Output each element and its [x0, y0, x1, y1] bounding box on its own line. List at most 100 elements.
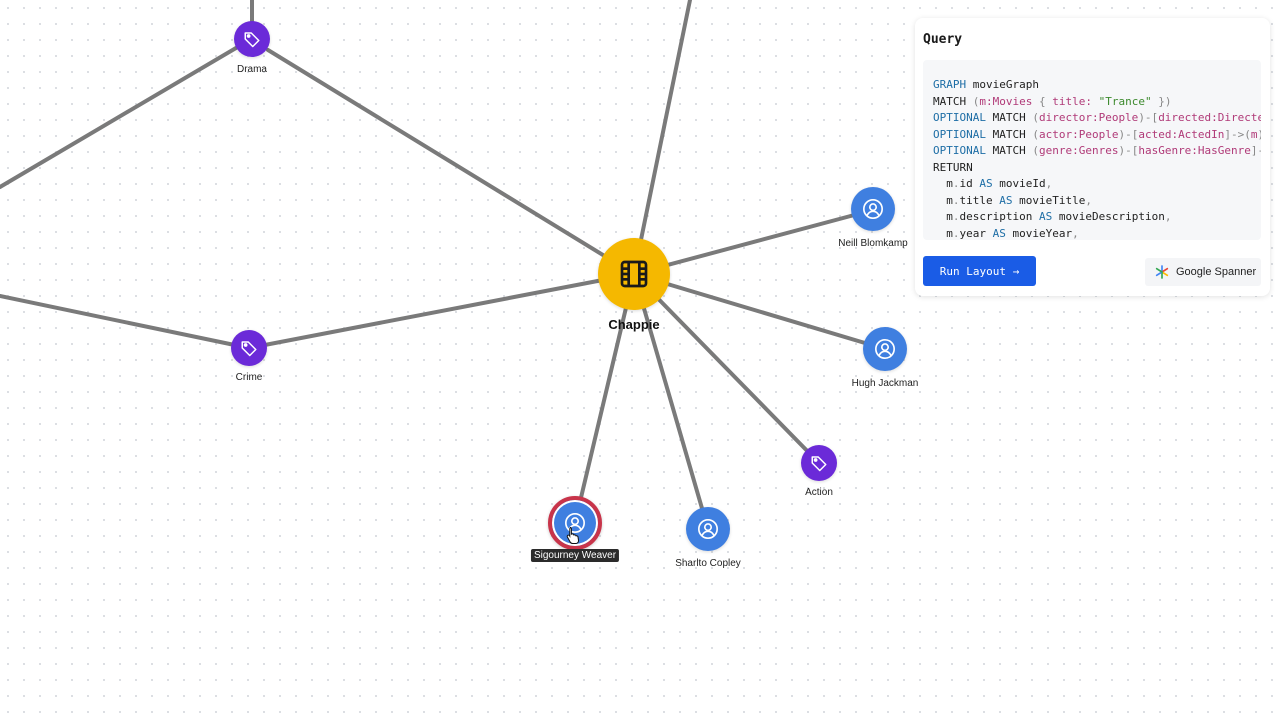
- code-token: m: [933, 210, 953, 223]
- code-line: m.id AS movieId,: [933, 176, 1261, 193]
- node-person-hugh-jackman[interactable]: [863, 327, 907, 371]
- code-token: )-[: [1118, 144, 1139, 157]
- code-token: .: [952, 210, 960, 223]
- code-token: (: [966, 94, 980, 108]
- code-token: ]-: [1250, 144, 1261, 157]
- node-genre-drama[interactable]: [234, 21, 270, 57]
- code-token: AS: [992, 226, 1006, 240]
- google-spanner-label: Google Spanner: [1176, 266, 1257, 278]
- code-token: MATCH: [985, 127, 1033, 141]
- code-token: .: [952, 193, 960, 207]
- code-token: OPTIONAL: [933, 127, 986, 141]
- node-label-crime: Crime: [235, 372, 263, 383]
- code-token: year: [959, 226, 993, 240]
- code-token: MATCH: [985, 111, 1033, 124]
- code-token: movieId: [992, 177, 1046, 190]
- code-token: ,: [1164, 210, 1172, 223]
- code-token: movieYear: [1005, 226, 1073, 240]
- code-token: genre:Genres: [1038, 144, 1119, 157]
- node-person-sharlto-copley[interactable]: [686, 507, 730, 551]
- code-token: m: [933, 226, 953, 240]
- person-icon: [851, 187, 895, 231]
- code-token: ): [1258, 128, 1261, 141]
- code-token: m: [933, 177, 953, 190]
- tag-icon: [234, 21, 270, 57]
- film-icon: [598, 238, 670, 310]
- code-line: OPTIONAL MATCH (genre:Genres)-[hasGenre:…: [933, 143, 1261, 160]
- code-line: GRAPH movieGraph: [933, 77, 1261, 94]
- code-token: title: [959, 193, 1000, 207]
- code-token: m:Movies: [979, 94, 1033, 108]
- hand-cursor-icon: [566, 527, 580, 544]
- code-token: title:: [1052, 94, 1099, 108]
- code-token: }): [1151, 94, 1172, 108]
- person-icon: [863, 327, 907, 371]
- node-label-sigourney-weaver: Sigourney Weaver: [530, 549, 620, 562]
- node-genre-action[interactable]: [801, 445, 837, 481]
- code-line: MATCH (m:Movies { title: "Trance" }): [933, 94, 1261, 111]
- code-token: (: [1032, 111, 1039, 124]
- code-token: movieDescription: [1052, 210, 1165, 223]
- query-panel-title: Query: [923, 32, 963, 47]
- person-icon: [686, 507, 730, 551]
- code-token: description: [959, 210, 1039, 223]
- code-token: MATCH: [933, 94, 967, 108]
- code-token: AS: [1038, 210, 1053, 223]
- code-token: (: [1032, 127, 1039, 141]
- code-token: ,: [1085, 193, 1092, 207]
- graph-edge: [632, 0, 692, 276]
- code-token: .: [952, 177, 960, 190]
- node-label-drama: Drama: [236, 64, 268, 75]
- code-line: OPTIONAL MATCH (director:People)-[direct…: [933, 110, 1261, 127]
- code-token: GRAPH: [933, 78, 967, 91]
- code-token: actor:People: [1038, 127, 1119, 141]
- code-line: m.title AS movieTitle,: [933, 193, 1261, 210]
- code-token: OPTIONAL: [933, 111, 986, 124]
- code-token: RETURN: [933, 160, 973, 174]
- code-token: movieTitle: [1012, 193, 1086, 207]
- query-code-editor[interactable]: GRAPH movieGraph MATCH (m:Movies { title:…: [923, 60, 1261, 240]
- code-token: AS: [979, 177, 993, 190]
- code-token: )-[: [1118, 127, 1139, 141]
- query-panel: Query GRAPH movieGraph MATCH (m:Movies { …: [915, 18, 1270, 296]
- node-label-neill-blomkamp: Neill Blomkamp: [838, 238, 908, 249]
- code-token: MATCH: [985, 144, 1033, 157]
- node-movie-chappie[interactable]: [598, 238, 670, 310]
- code-token: m: [933, 193, 953, 207]
- tag-icon: [801, 445, 837, 481]
- code-token: id: [959, 177, 980, 190]
- code-token: hasGenre:HasGenre: [1138, 144, 1251, 157]
- code-token: .: [952, 226, 960, 240]
- google-spanner-badge: Google Spanner: [1145, 258, 1261, 286]
- graph-edge: [247, 272, 636, 350]
- code-line: m.description AS movieDescription,: [933, 209, 1261, 226]
- code-token: )-[: [1138, 111, 1159, 124]
- spanner-logo-icon: [1155, 265, 1169, 279]
- node-label-hugh-jackman: Hugh Jackman: [851, 378, 919, 389]
- node-genre-crime[interactable]: [231, 330, 267, 366]
- graph-edge: [0, 294, 251, 350]
- code-token: m: [1250, 127, 1258, 141]
- code-token: (: [1032, 144, 1039, 157]
- code-token: directed:Directe: [1158, 111, 1261, 124]
- code-token: ]->(: [1224, 127, 1251, 141]
- code-token: ,: [1045, 177, 1053, 190]
- code-token: "Trance": [1098, 94, 1152, 108]
- code-token: {: [1032, 94, 1053, 108]
- code-line: RETURN: [933, 160, 1261, 177]
- code-token: ,: [1072, 226, 1079, 240]
- run-layout-button[interactable]: Run Layout →: [923, 256, 1036, 286]
- graph-edge: [0, 46, 238, 189]
- code-token: OPTIONAL: [933, 144, 986, 157]
- node-label-chappie: Chappie: [608, 317, 660, 332]
- node-person-neill-blomkamp[interactable]: [851, 187, 895, 231]
- code-token: movieGraph: [966, 78, 1039, 91]
- graph-edge: [266, 48, 636, 276]
- code-token: acted:ActedIn: [1138, 127, 1225, 141]
- code-token: director:People: [1038, 111, 1139, 124]
- tag-icon: [231, 330, 267, 366]
- code-token: AS: [999, 193, 1013, 207]
- graph-edge: [573, 272, 636, 525]
- node-label-sharlto-copley: Sharlto Copley: [675, 558, 741, 569]
- code-line: OPTIONAL MATCH (actor:People)-[acted:Act…: [933, 127, 1261, 144]
